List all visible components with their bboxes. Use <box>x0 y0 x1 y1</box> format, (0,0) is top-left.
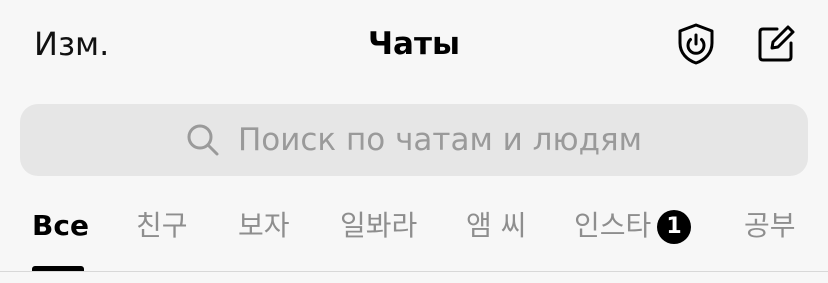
tab-gongbu[interactable]: 공부 <box>744 208 796 244</box>
chats-screen: Изм. Чаты Поиск по чатам и людям Все 친구 … <box>0 0 828 283</box>
search-icon <box>186 123 220 157</box>
unread-badge: 1 <box>657 210 691 244</box>
search-bar[interactable]: Поиск по чатам и людям <box>20 104 808 176</box>
shield-button[interactable] <box>672 20 720 68</box>
tab-aem-ssi[interactable]: 앰 씨 <box>466 208 526 244</box>
shield-power-icon <box>678 23 714 65</box>
search-placeholder: Поиск по чатам и людям <box>237 122 643 158</box>
compose-icon <box>758 25 795 62</box>
tabs-divider <box>0 271 828 272</box>
tab-ilbwara[interactable]: 일봐라 <box>340 208 417 244</box>
search-content: Поиск по чатам и людям <box>186 122 642 158</box>
compose-button[interactable] <box>752 20 800 68</box>
tab-boja[interactable]: 보자 <box>238 208 290 244</box>
tab-chingu[interactable]: 친구 <box>136 208 188 244</box>
tab-insta[interactable]: 인스타 <box>574 208 651 244</box>
folder-tabs: Все 친구 보자 일봐라 앰 씨 인스타 1 공부 <box>0 200 828 260</box>
top-bar: Изм. Чаты <box>0 0 828 90</box>
tab-all[interactable]: Все <box>32 208 89 244</box>
